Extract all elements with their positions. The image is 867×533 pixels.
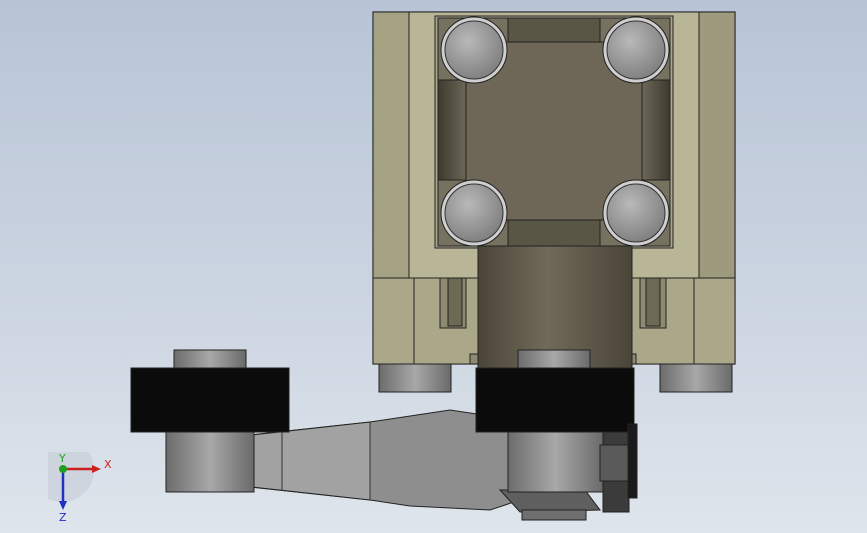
bolt-bottom-left[interactable] xyxy=(440,179,508,247)
mounting-foot-left[interactable] xyxy=(378,363,452,393)
bolt-top-right[interactable] xyxy=(602,16,670,84)
bolt-top-left[interactable] xyxy=(440,16,508,84)
y-axis-label: Y xyxy=(58,452,66,465)
cad-model-viewport[interactable] xyxy=(0,0,867,533)
x-axis-arrowhead xyxy=(92,465,101,473)
z-axis-label: Z xyxy=(59,511,67,522)
coordinate-triad: X Y Z xyxy=(48,452,112,522)
bolt-bottom-right[interactable] xyxy=(602,179,670,247)
mounting-foot-right[interactable] xyxy=(659,363,733,393)
x-axis-label: X xyxy=(104,458,112,471)
z-axis-arrowhead xyxy=(59,501,67,510)
y-axis-dot xyxy=(59,465,67,473)
